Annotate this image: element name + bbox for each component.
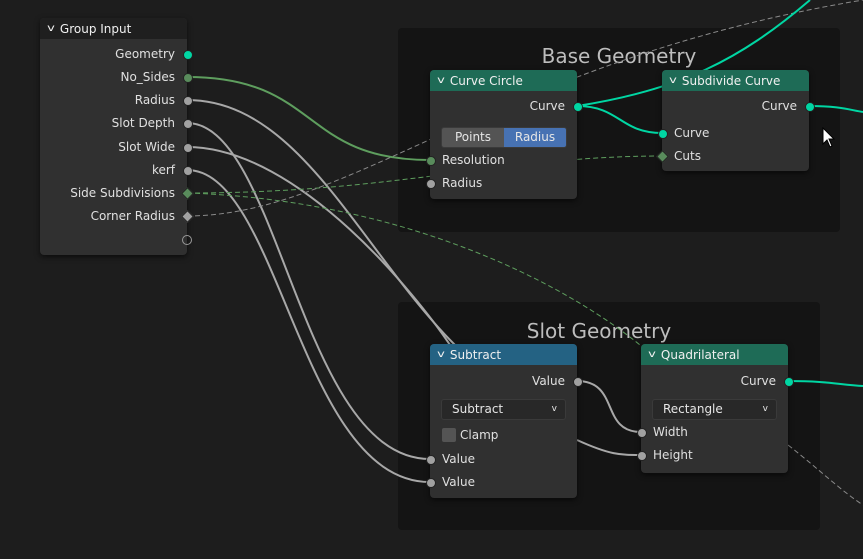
output-no-sides: No_Sides [120,70,175,84]
socket-value-in-1[interactable] [426,455,436,465]
socket-radius[interactable] [183,96,193,106]
chevron-down-icon[interactable]: v [437,349,445,360]
link-no-sides [186,76,431,161]
socket-curve-out[interactable] [784,377,794,387]
output-kerf: kerf [151,163,175,177]
input-resolution: Resolution [442,153,505,167]
subtract-node[interactable]: v Subtract Value Subtract v Clamp Value Va… [430,344,577,498]
output-value: Value [532,374,565,388]
output-slot-wide: Slot Wide [118,140,175,154]
link-subtract-width [576,380,642,433]
clamp-label: Clamp [460,428,499,442]
chevron-down-icon[interactable]: v [47,23,55,34]
socket-value-out[interactable] [573,377,583,387]
node-title: Group Input [59,21,132,36]
output-corner-radius: Corner Radius [90,209,175,223]
node-title: Subtract [449,347,502,362]
chevron-down-icon: v [551,404,557,414]
operation-value: Subtract [452,402,504,416]
socket-curve-in[interactable] [658,129,668,139]
input-curve: Curve [674,126,710,140]
node-title: Curve Circle [449,73,523,88]
input-radius: Radius [442,176,483,190]
link-quad-out [787,380,863,387]
socket-width[interactable] [637,428,647,438]
quadrilateral-node[interactable]: v Quadrilateral Curve Rectangle v Width He… [641,344,788,473]
node-title: Subdivide Curve [681,73,781,88]
socket-slot-wide[interactable] [183,143,193,153]
output-curve: Curve [529,99,565,113]
output-radius: Radius [134,93,175,107]
mode-dropdown[interactable]: Rectangle v [652,399,777,420]
mouse-cursor-icon [822,127,836,148]
output-curve: Curve [740,374,776,388]
output-curve: Curve [761,99,797,113]
clamp-checkbox[interactable] [442,428,456,442]
link-height [576,439,642,456]
output-slot-depth: Slot Depth [111,116,175,130]
socket-slot-depth[interactable] [183,119,193,129]
socket-geometry[interactable] [183,50,193,60]
chevron-down-icon[interactable]: v [669,75,677,86]
link-radius [186,99,456,346]
socket-no-sides[interactable] [183,73,193,83]
subdivide-curve-node[interactable]: v Subdivide Curve Curve Curve Cuts [662,70,809,171]
curve-circle-node[interactable]: v Curve Circle Curve Points Radius Resolu… [430,70,577,199]
socket-radius-in[interactable] [426,179,436,189]
mode-value: Rectangle [663,402,723,416]
node-header[interactable]: v Group Input [40,18,187,39]
socket-curve-out[interactable] [573,102,583,112]
node-header[interactable]: v Quadrilateral [641,344,788,365]
input-width: Width [653,425,688,439]
input-value-2: Value [442,475,475,489]
output-side-subdivisions: Side Subdivisions [70,186,175,200]
node-header[interactable]: v Subdivide Curve [662,70,809,91]
link-subdivide-out [808,105,863,113]
link-slot-depth [186,122,431,460]
link-quad-extra [787,444,863,506]
mode-toggle[interactable]: Points Radius [441,127,567,148]
chevron-down-icon[interactable]: v [437,75,445,86]
operation-dropdown[interactable]: Subtract v [441,399,566,420]
mode-points[interactable]: Points [442,128,504,147]
node-header[interactable]: v Curve Circle [430,70,577,91]
node-title: Quadrilateral [660,347,740,362]
socket-resolution[interactable] [426,156,436,166]
link-side-subdivisions-2 [186,192,641,346]
input-value-1: Value [442,452,475,466]
mode-radius[interactable]: Radius [504,128,566,147]
socket-curve-out[interactable] [805,102,815,112]
chevron-down-icon: v [762,404,768,414]
socket-value-in-2[interactable] [426,478,436,488]
socket-kerf[interactable] [183,166,193,176]
link-curve-to-subdivide [576,105,663,134]
node-header[interactable]: v Subtract [430,344,577,365]
chevron-down-icon[interactable]: v [648,349,656,360]
input-height: Height [653,448,693,462]
socket-empty[interactable] [182,235,192,245]
group-input-node[interactable]: v Group Input Geometry No_Sides Radius Sl… [40,18,187,255]
link-side-subdivisions [186,155,663,194]
socket-height[interactable] [637,451,647,461]
input-cuts: Cuts [674,149,701,163]
output-geometry: Geometry [115,47,175,61]
